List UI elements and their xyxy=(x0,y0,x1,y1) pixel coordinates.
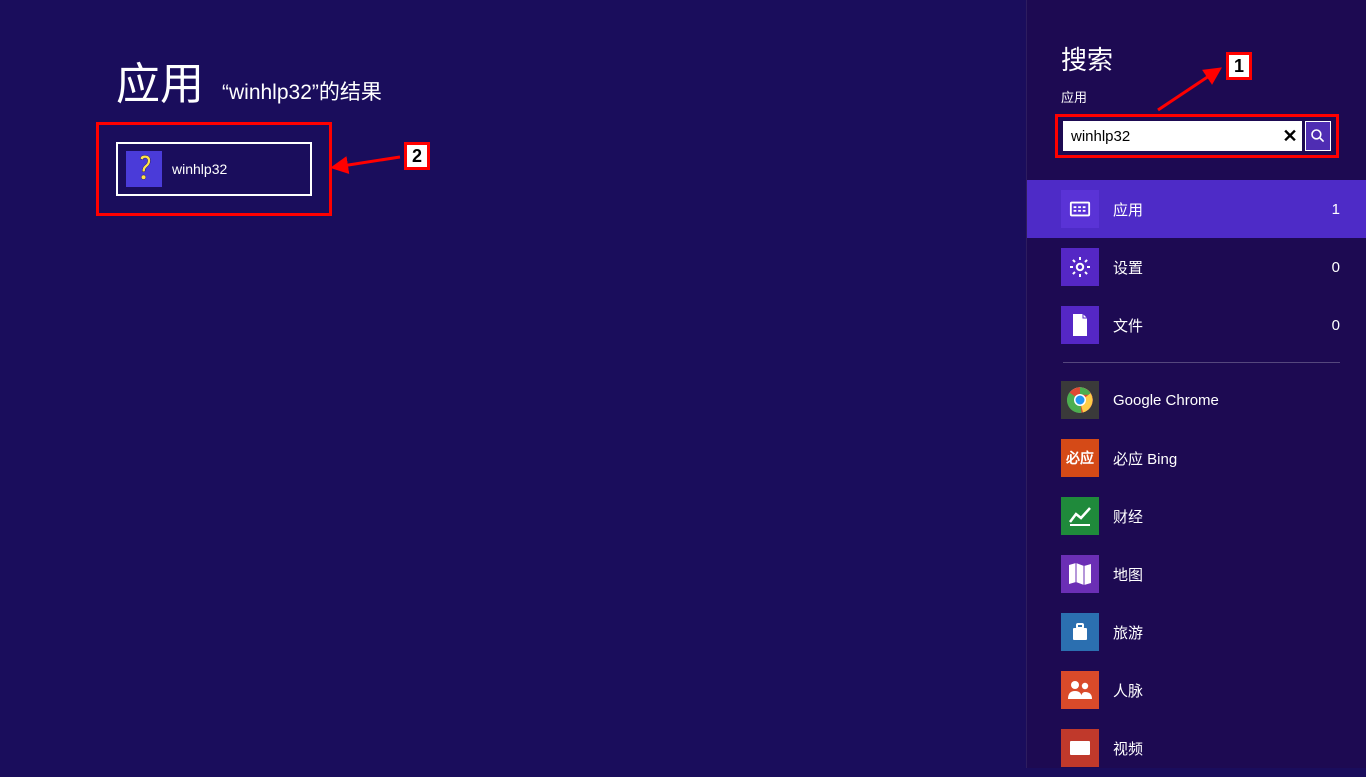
clear-search-button[interactable]: ✕ xyxy=(1278,121,1302,151)
result-label: winhlp32 xyxy=(172,161,227,177)
provider-label: 财经 xyxy=(1113,506,1143,527)
provider-label: Google Chrome xyxy=(1113,392,1219,409)
people-icon xyxy=(1061,671,1099,709)
finance-icon xyxy=(1061,497,1099,535)
page-title: 应用 xyxy=(116,48,204,112)
provider-label: 旅游 xyxy=(1113,622,1143,643)
scope-label: 应用 xyxy=(1113,199,1318,220)
search-box: ✕ xyxy=(1063,121,1331,151)
scope-item-settings[interactable]: 设置 0 xyxy=(1027,238,1366,296)
results-pane: 应用 “winhlp32”的结果 xyxy=(0,0,1026,768)
help-file-icon xyxy=(126,151,162,187)
provider-item-maps[interactable]: 地图 xyxy=(1027,545,1366,603)
scope-label: 文件 xyxy=(1113,315,1318,336)
search-input[interactable] xyxy=(1063,121,1278,151)
provider-item-bing[interactable]: 必应必应 Bing xyxy=(1027,429,1366,487)
annotation-box-2: winhlp32 xyxy=(96,122,332,216)
scope-count: 0 xyxy=(1332,259,1340,276)
scope-label: 设置 xyxy=(1113,257,1318,278)
search-provider-list: Google Chrome 必应必应 Bing 财经地图旅游人脉视频 xyxy=(1027,371,1366,777)
apps-icon xyxy=(1061,190,1099,228)
scope-count: 0 xyxy=(1332,317,1340,334)
annotation-box-1: ✕ xyxy=(1055,114,1339,158)
provider-label: 人脉 xyxy=(1113,680,1143,701)
bing-icon: 必应 xyxy=(1061,439,1099,477)
annotation-arrow-2 xyxy=(334,142,404,172)
divider xyxy=(1063,362,1340,363)
travel-icon xyxy=(1061,613,1099,651)
annotation-arrow-1 xyxy=(1150,66,1230,116)
provider-label: 必应 Bing xyxy=(1113,448,1177,469)
provider-item-travel[interactable]: 旅游 xyxy=(1027,603,1366,661)
search-button[interactable] xyxy=(1305,121,1331,151)
results-subtitle: “winhlp32”的结果 xyxy=(222,76,382,106)
scope-item-apps[interactable]: 应用 1 xyxy=(1027,180,1366,238)
chrome-icon xyxy=(1061,381,1099,419)
scope-item-file[interactable]: 文件 0 xyxy=(1027,296,1366,354)
provider-item-chrome[interactable]: Google Chrome xyxy=(1027,371,1366,429)
search-icon xyxy=(1310,128,1326,144)
provider-label: 地图 xyxy=(1113,564,1143,585)
search-scope-list: 应用 1 设置 0 文件 0 xyxy=(1027,180,1366,354)
search-result-winhlp32[interactable]: winhlp32 xyxy=(116,142,312,196)
provider-item-finance[interactable]: 财经 xyxy=(1027,487,1366,545)
annotation-number-1: 1 xyxy=(1226,52,1252,80)
settings-icon xyxy=(1061,248,1099,286)
provider-label: 视频 xyxy=(1113,738,1143,759)
file-icon xyxy=(1061,306,1099,344)
scope-count: 1 xyxy=(1332,201,1340,218)
close-icon: ✕ xyxy=(1282,126,1297,147)
provider-item-people[interactable]: 人脉 xyxy=(1027,661,1366,719)
maps-icon xyxy=(1061,555,1099,593)
annotation-number-2: 2 xyxy=(404,142,430,170)
results-header: 应用 “winhlp32”的结果 xyxy=(116,48,1026,112)
video-icon xyxy=(1061,729,1099,767)
provider-item-video[interactable]: 视频 xyxy=(1027,719,1366,777)
